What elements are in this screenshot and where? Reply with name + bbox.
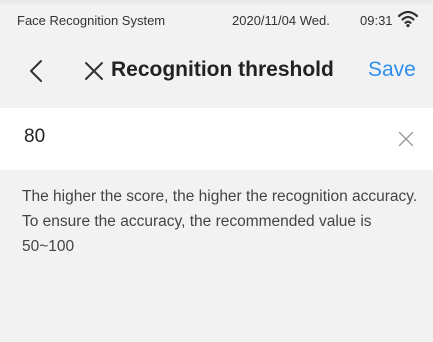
status-app-name: Face Recognition System bbox=[17, 13, 166, 28]
threshold-hint: The higher the score, the higher the rec… bbox=[22, 188, 418, 255]
wifi-icon bbox=[398, 10, 418, 28]
threshold-input[interactable] bbox=[24, 126, 324, 148]
status-date: 2020/11/04 Wed. bbox=[232, 13, 330, 28]
threshold-input-row bbox=[0, 108, 433, 170]
empty-area bbox=[0, 265, 433, 342]
page-title: Recognition threshold bbox=[111, 58, 334, 81]
navigation-bar: Recognition threshold Save bbox=[0, 44, 433, 96]
close-icon[interactable] bbox=[84, 61, 104, 81]
save-button[interactable]: Save bbox=[368, 58, 416, 82]
clear-icon[interactable] bbox=[398, 131, 414, 147]
status-time: 09:31 bbox=[360, 13, 393, 28]
chevron-left-icon[interactable] bbox=[26, 58, 48, 84]
status-bar: Face Recognition System 2020/11/04 Wed. … bbox=[0, 0, 433, 34]
